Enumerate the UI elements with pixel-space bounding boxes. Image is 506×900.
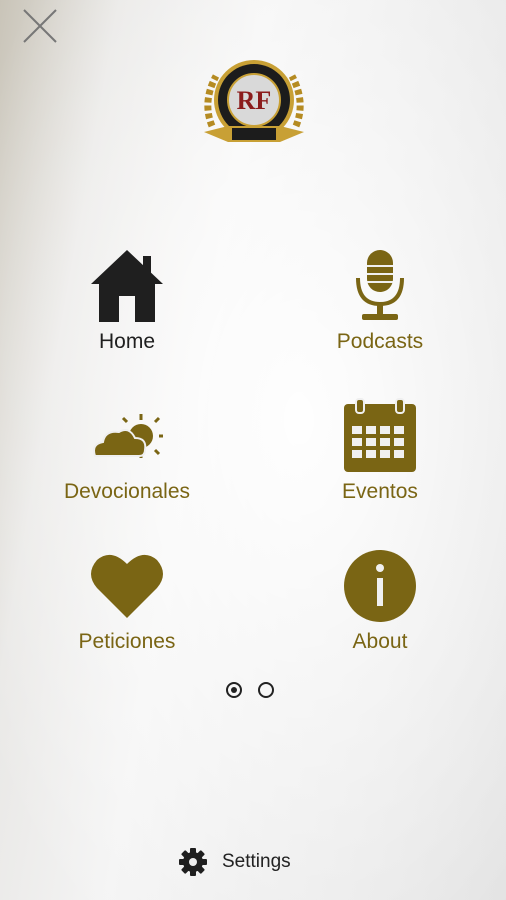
partly-cloudy-icon — [93, 414, 163, 458]
info-icon — [344, 550, 416, 622]
settings-button[interactable]: Settings — [178, 846, 291, 878]
heart-icon — [91, 554, 163, 618]
menu-tile-home[interactable]: Home — [47, 248, 207, 354]
menu-tile-podcasts[interactable]: Podcasts — [300, 248, 460, 354]
logo-monogram: RF — [237, 86, 272, 115]
menu-tile-peticiones[interactable]: Peticiones — [47, 548, 207, 654]
menu-tile-eventos[interactable]: Eventos — [300, 398, 460, 504]
menu-tile-about[interactable]: About — [300, 548, 460, 654]
menu-tile-label: Eventos — [342, 480, 418, 503]
app-logo: RF — [198, 56, 310, 152]
microphone-icon — [356, 250, 404, 320]
menu-tile-label: About — [352, 630, 408, 653]
menu-tile-devocionales[interactable]: Devocionales — [47, 398, 207, 504]
page-dot-2[interactable] — [258, 682, 274, 698]
menu-tile-label: Peticiones — [78, 630, 176, 653]
menu-tile-label: Podcasts — [336, 330, 424, 353]
calendar-icon — [344, 398, 416, 472]
menu-tile-label: Devocionales — [63, 480, 191, 503]
menu-tile-label: Home — [98, 330, 156, 353]
close-button[interactable] — [20, 6, 60, 46]
page-indicator — [226, 682, 274, 702]
settings-label: Settings — [222, 851, 291, 872]
gear-icon — [179, 848, 207, 876]
home-icon — [91, 250, 163, 322]
close-icon — [23, 9, 57, 43]
page-dot-1[interactable] — [226, 682, 242, 698]
